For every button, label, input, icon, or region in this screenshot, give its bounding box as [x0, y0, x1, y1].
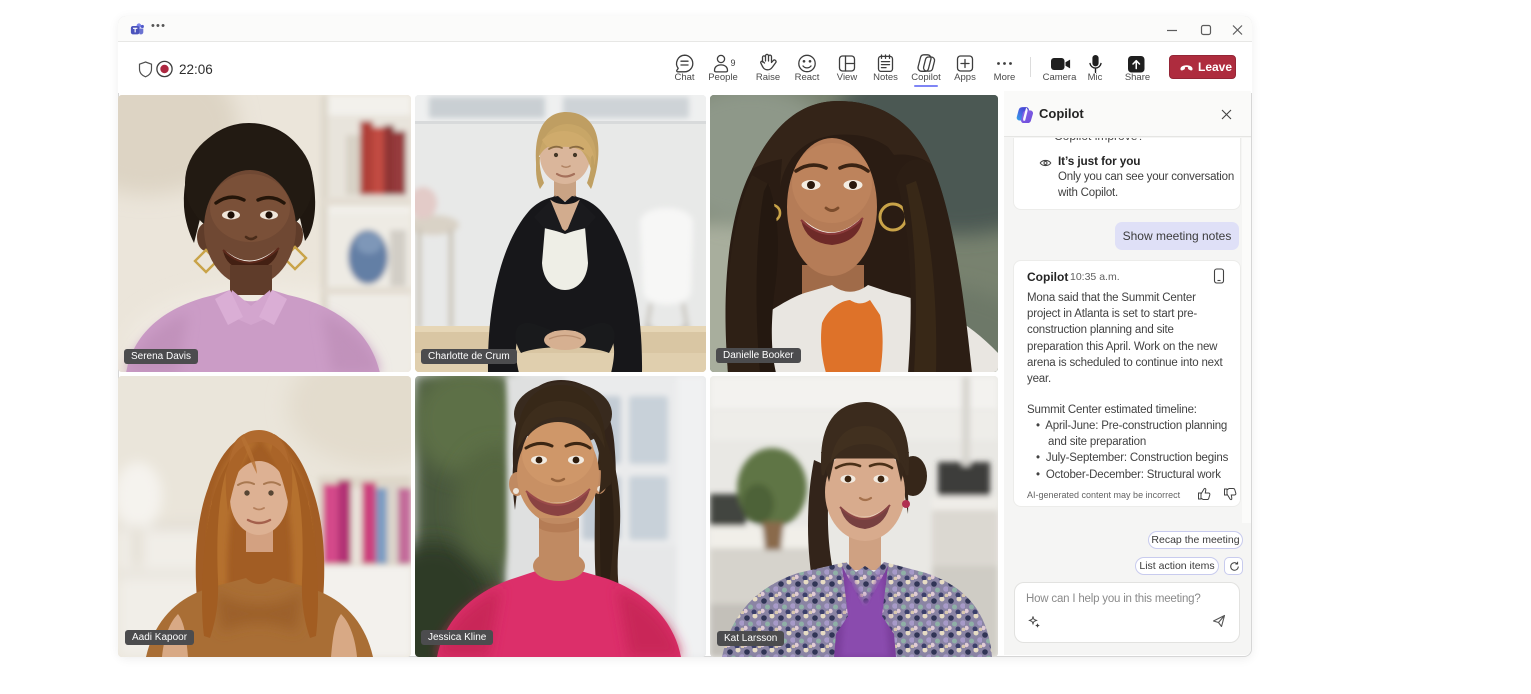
svg-text:9: 9	[731, 58, 736, 68]
